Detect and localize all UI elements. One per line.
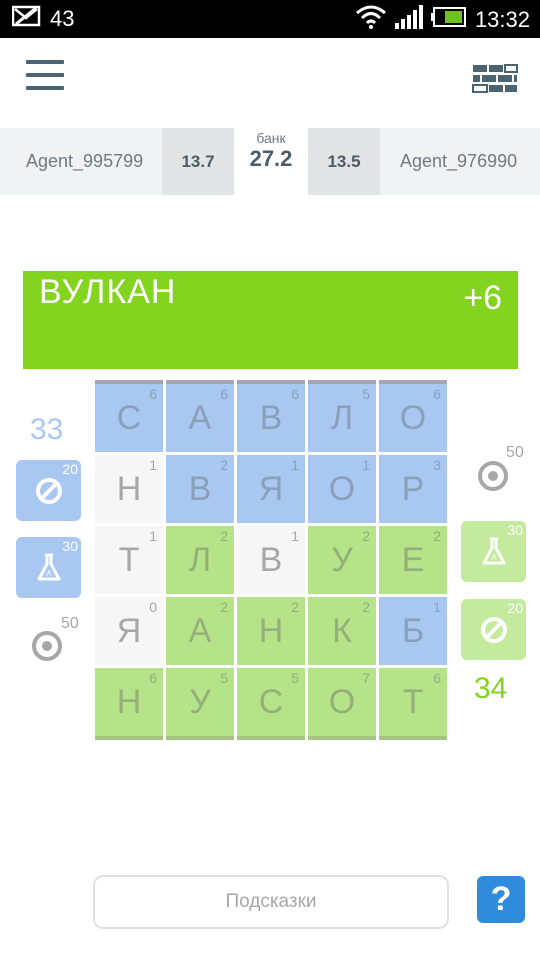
wifi-icon — [355, 5, 387, 35]
right-flask-button[interactable]: A 30 — [461, 521, 526, 582]
grid-cell[interactable]: А6 — [166, 380, 234, 452]
current-word: ВУЛКАН — [39, 273, 177, 311]
grid-cell[interactable]: Н1 — [95, 455, 163, 523]
grid-cell[interactable]: К2 — [308, 597, 376, 665]
hamburger-menu-icon[interactable] — [26, 60, 64, 92]
grid-cell[interactable]: Я0 — [95, 597, 163, 665]
player1-base-bar — [237, 380, 305, 384]
grid-cell[interactable]: Р3 — [379, 455, 447, 523]
grid-letter-value: 6 — [291, 386, 299, 402]
target-icon[interactable] — [477, 460, 509, 492]
grid-letter-value: 6 — [149, 670, 157, 686]
hints-button[interactable]: Подсказки — [93, 875, 449, 929]
grid-letter-value: 6 — [433, 386, 441, 402]
grid-letter-value: 1 — [362, 457, 370, 473]
player2-base-bar — [95, 736, 163, 740]
powerup-cost: 20 — [507, 600, 523, 616]
grid-letter-value: 5 — [362, 386, 370, 402]
help-button[interactable]: ? — [477, 876, 525, 923]
svg-text:A: A — [491, 553, 497, 562]
grid-letter-value: 2 — [433, 528, 441, 544]
player2-score: 13.5 — [308, 128, 380, 195]
brick-wall-icon[interactable] — [472, 64, 518, 94]
battery-icon — [430, 7, 467, 33]
grid-cell[interactable]: В6 — [237, 380, 305, 452]
grid-letter-value: 6 — [220, 386, 228, 402]
grid-cell[interactable]: Н6 — [95, 668, 163, 740]
notification-count: 43 — [50, 6, 75, 31]
grid-cell[interactable]: А2 — [166, 597, 234, 665]
clock: 13:32 — [474, 7, 530, 32]
scoreboard: Agent_995799 13.7 банк 27.2 13.5 Agent_9… — [0, 128, 540, 195]
player1-base-bar — [95, 380, 163, 384]
grid-cell[interactable]: У5 — [166, 668, 234, 740]
player1-name: Agent_995799 — [26, 151, 144, 171]
grid-cell[interactable]: Я1 — [237, 455, 305, 523]
grid-letter-value: 2 — [220, 457, 228, 473]
grid-cell[interactable]: Л5 — [308, 380, 376, 452]
grid-letter-value: 2 — [362, 599, 370, 615]
player1-score: 13.7 — [162, 128, 234, 195]
grid-cell[interactable]: В1 — [237, 526, 305, 594]
grid-cell[interactable]: О1 — [308, 455, 376, 523]
left-flask-button[interactable]: A 30 — [16, 537, 81, 598]
grid-letter-value: 2 — [220, 528, 228, 544]
grid-cell[interactable]: Т1 — [95, 526, 163, 594]
powerup-cost: 50 — [506, 444, 524, 461]
grid-letter-value: 1 — [433, 599, 441, 615]
player2-name: Agent_976990 — [400, 151, 518, 171]
grid-cell[interactable]: Е2 — [379, 526, 447, 594]
bank-label: банк — [256, 130, 286, 146]
grid-letter-value: 3 — [433, 457, 441, 473]
grid-letter-value: 0 — [149, 599, 157, 615]
powerup-cost: 30 — [507, 522, 523, 538]
grid-letter-value: 6 — [433, 670, 441, 686]
svg-text:A: A — [46, 569, 52, 578]
grid-letter-value: 1 — [291, 528, 299, 544]
grid-letter-value: 2 — [220, 599, 228, 615]
powerup-cost: 30 — [62, 538, 78, 554]
grid-cell[interactable]: Н2 — [237, 597, 305, 665]
current-word-banner[interactable]: ВУЛКАН +6 — [23, 271, 518, 369]
signal-icon — [394, 5, 423, 35]
player1-base-bar — [379, 380, 447, 384]
grid-letter-value: 2 — [362, 528, 370, 544]
player1-word-score: 33 — [30, 413, 64, 446]
grid-cell[interactable]: О6 — [379, 380, 447, 452]
grid-cell[interactable]: О7 — [308, 668, 376, 740]
grid-letter-value: 1 — [149, 457, 157, 473]
grid-letter-value: 1 — [149, 528, 157, 544]
bank-value: 27.2 — [249, 146, 293, 171]
grid-cell[interactable]: Т6 — [379, 668, 447, 740]
player2-base-bar — [308, 736, 376, 740]
mail-icon — [11, 5, 42, 33]
bank: банк 27.2 — [234, 128, 308, 195]
target-icon[interactable] — [31, 630, 63, 662]
grid-letter-value: 7 — [362, 670, 370, 686]
status-bar: 43 13:32 — [0, 0, 540, 38]
player2-word-score: 34 — [474, 672, 508, 705]
grid-cell[interactable]: Л2 — [166, 526, 234, 594]
player1-base-bar — [166, 380, 234, 384]
word-score: +6 — [463, 279, 502, 317]
grid-letter-value: 6 — [149, 386, 157, 402]
grid-cell[interactable]: С6 — [95, 380, 163, 452]
player2-base-bar — [379, 736, 447, 740]
grid-cell[interactable]: С5 — [237, 668, 305, 740]
player1-base-bar — [308, 380, 376, 384]
grid-letter-value: 5 — [291, 670, 299, 686]
powerup-cost: 20 — [62, 461, 78, 477]
grid-cell[interactable]: Б1 — [379, 597, 447, 665]
grid-letter-value: 2 — [291, 599, 299, 615]
right-block-button[interactable]: 20 — [461, 599, 526, 660]
powerup-cost: 50 — [61, 615, 79, 632]
grid-letter-value: 1 — [291, 457, 299, 473]
left-block-button[interactable]: 20 — [16, 460, 81, 521]
grid-letter-value: 5 — [220, 670, 228, 686]
grid-cell[interactable]: В2 — [166, 455, 234, 523]
grid-cell[interactable]: У2 — [308, 526, 376, 594]
player2-base-bar — [237, 736, 305, 740]
player2-base-bar — [166, 736, 234, 740]
